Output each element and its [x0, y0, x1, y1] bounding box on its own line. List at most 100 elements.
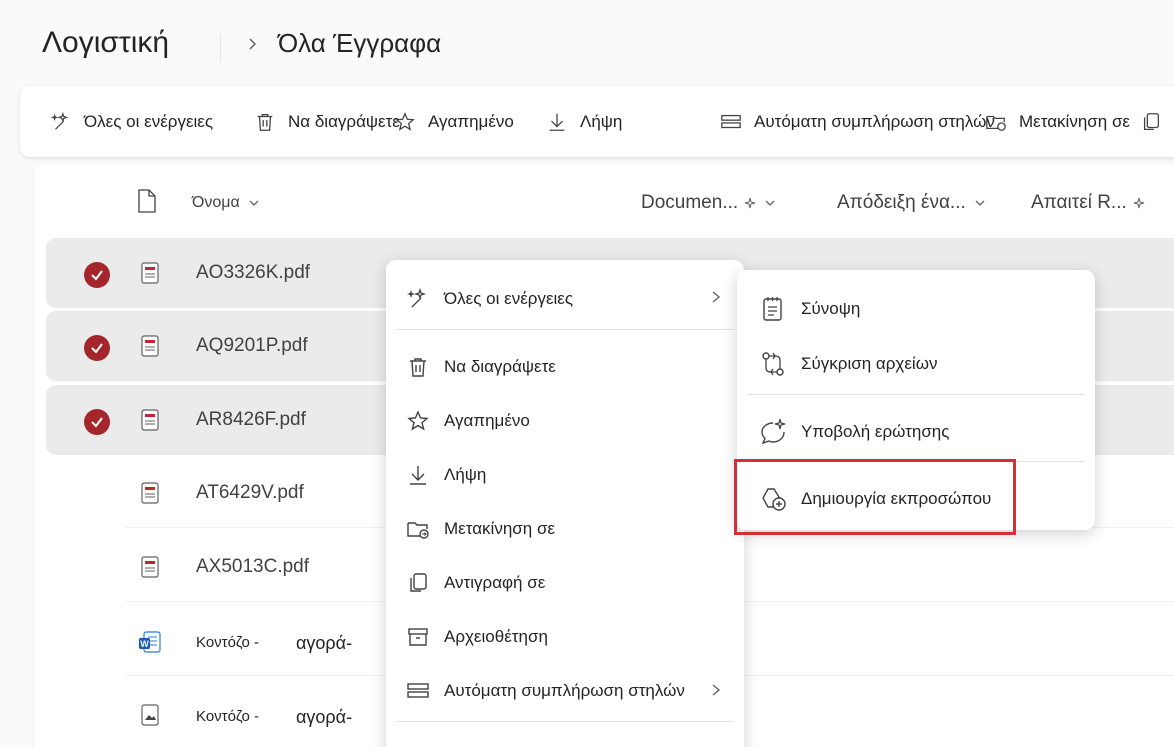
- image-file-icon: [141, 704, 159, 726]
- menu-item-delete[interactable]: Να διαγράψετε: [406, 350, 556, 384]
- trash-icon: [257, 114, 273, 131]
- delete-label: Να διαγράψετε: [288, 112, 400, 131]
- copy-icon: [1143, 113, 1159, 130]
- checkmark-icon[interactable]: [84, 409, 110, 435]
- folder-move-icon: [986, 115, 1006, 131]
- file-name[interactable]: AX5013C.pdf: [196, 556, 309, 578]
- chevron-right-icon: [712, 291, 721, 303]
- command-bar: Όλες οι ενέργειες Να διαγράψετε Αγαπημέν…: [20, 86, 1174, 157]
- trash-icon: [410, 358, 426, 377]
- file-name[interactable]: AO3326K.pdf: [196, 262, 310, 284]
- autofill-label: Αυτόματη συμπλήρωση στηλών: [754, 112, 995, 131]
- download-icon: [410, 466, 426, 485]
- all-actions-button[interactable]: Όλες οι ενέργειες: [50, 108, 213, 136]
- file-name[interactable]: Κοντόζο -: [196, 708, 259, 725]
- chat-sparkle-icon: [761, 418, 786, 445]
- star-icon: [407, 410, 429, 431]
- menu-item-ask[interactable]: Υποβολή ερώτησης: [759, 415, 949, 449]
- menu-item-autofill[interactable]: Αυτόματη συμπλήρωση στηλών: [406, 674, 685, 708]
- breadcrumb-root[interactable]: Λογιστική: [42, 26, 169, 60]
- menu-item-label: Να διαγράψετε: [444, 357, 556, 376]
- chevron-right-icon: [249, 38, 257, 50]
- column-header-name[interactable]: Όνομα: [192, 190, 260, 216]
- menu-item-archive[interactable]: Αρχειοθέτηση: [406, 620, 548, 654]
- columns-icon: [407, 683, 429, 698]
- all-actions-submenu: Σύνοψη Σύγκριση αρχείων Υποβολή ερώτησης…: [737, 270, 1095, 530]
- move-to-label: Μετακίνηση σε: [1019, 112, 1131, 131]
- compare-icon: [762, 352, 784, 376]
- sparkle-icon: [406, 287, 427, 308]
- sparkle-icon: [745, 197, 756, 209]
- delete-button[interactable]: Να διαγράψετε: [254, 108, 400, 136]
- breadcrumb-divider: [220, 34, 221, 62]
- folder-move-icon: [407, 522, 429, 539]
- column-header-receipt[interactable]: Απόδειξη ένα...: [837, 190, 986, 216]
- all-actions-label: Όλες οι ενέργειες: [84, 112, 214, 131]
- checkmark-icon[interactable]: [84, 262, 110, 288]
- file-name[interactable]: Κοντόζο -: [196, 634, 259, 651]
- breadcrumb: Λογιστική Όλα Έγγραφα: [0, 0, 1174, 85]
- chevron-down-icon: [975, 200, 985, 206]
- menu-item-label: Σύνοψη: [801, 299, 861, 318]
- menu-item-copy-to[interactable]: Αντιγραφή σε: [406, 566, 545, 600]
- copy-icon: [410, 573, 427, 592]
- notepad-icon: [763, 297, 782, 321]
- column-document-label: Documen...: [641, 192, 739, 213]
- menu-divider: [747, 394, 1085, 395]
- menu-item-label: Αυτόματη συμπλήρωση στηλών: [444, 681, 685, 700]
- file-name-suffix[interactable]: αγορά-: [296, 707, 352, 728]
- move-to-button[interactable]: Μετακίνηση σε: [985, 108, 1130, 136]
- column-header-document[interactable]: Documen...: [641, 190, 776, 216]
- menu-item-label: Αρχειοθέτηση: [444, 627, 548, 646]
- sparkle-icon: [1133, 197, 1144, 209]
- svg-text:W: W: [140, 639, 149, 649]
- menu-item-favorite[interactable]: Αγαπημένο: [406, 404, 530, 438]
- context-menu: Όλες οι ενέργειες Να διαγράψετε Αγαπημέν…: [386, 260, 744, 747]
- column-header-requires[interactable]: Απαιτεί R...: [1031, 190, 1145, 216]
- file-name[interactable]: AR8426F.pdf: [196, 409, 306, 431]
- pdf-file-icon: [141, 262, 159, 284]
- star-icon: [395, 112, 415, 131]
- menu-item-label: Όλες οι ενέργειες: [444, 289, 574, 308]
- download-icon: [549, 113, 565, 131]
- menu-item-label: Μετακίνηση σε: [444, 519, 556, 538]
- menu-item-download[interactable]: Λήψη: [406, 458, 486, 492]
- checkmark-icon[interactable]: [84, 335, 110, 361]
- column-requires-label: Απαιτεί R...: [1031, 192, 1127, 213]
- menu-item-compare[interactable]: Σύγκριση αρχείων: [759, 347, 937, 381]
- menu-item-move-to[interactable]: Μετακίνηση σε: [406, 512, 555, 546]
- favorite-button[interactable]: Αγαπημένο: [394, 108, 514, 136]
- menu-divider: [396, 721, 734, 722]
- sparkle-icon: [50, 111, 69, 130]
- chevron-down-icon: [765, 200, 775, 206]
- download-button[interactable]: Λήψη: [546, 108, 622, 136]
- menu-item-all-actions[interactable]: Όλες οι ενέργειες: [406, 282, 573, 316]
- menu-divider: [747, 461, 1085, 462]
- menu-item-create-agent[interactable]: Δημιουργία εκπροσώπου: [759, 482, 991, 516]
- file-name[interactable]: AT6429V.pdf: [196, 482, 304, 504]
- pdf-file-icon: [141, 482, 159, 504]
- menu-item-summary[interactable]: Σύνοψη: [759, 292, 860, 326]
- download-label: Λήψη: [580, 112, 623, 131]
- file-name-suffix[interactable]: αγορά-: [296, 633, 352, 654]
- favorite-label: Αγαπημένο: [428, 112, 514, 131]
- chevron-down-icon: [249, 200, 259, 206]
- menu-item-label: Αντιγραφή σε: [444, 573, 546, 592]
- column-receipt-label: Απόδειξη ένα...: [837, 192, 966, 213]
- chevron-right-icon: [712, 684, 721, 696]
- archive-icon: [408, 628, 428, 646]
- menu-item-label: Λήψη: [444, 465, 487, 484]
- autofill-button[interactable]: Αυτόματη συμπλήρωση στηλών: [720, 108, 995, 136]
- column-name-label: Όνομα: [192, 194, 240, 211]
- menu-item-label: Αγαπημένο: [444, 411, 530, 430]
- file-type-icon: [138, 189, 156, 213]
- menu-item-label: Σύγκριση αρχείων: [801, 354, 938, 373]
- menu-item-label: Υποβολή ερώτησης: [801, 422, 950, 441]
- breadcrumb-current[interactable]: Όλα Έγγραφα: [278, 28, 441, 59]
- agent-add-icon: [762, 488, 786, 511]
- menu-divider: [396, 329, 734, 330]
- menu-item-label: Δημιουργία εκπροσώπου: [801, 489, 992, 508]
- copy-to-button[interactable]: [1140, 108, 1174, 136]
- word-file-icon: W: [139, 631, 161, 653]
- file-name[interactable]: AQ9201P.pdf: [196, 335, 308, 357]
